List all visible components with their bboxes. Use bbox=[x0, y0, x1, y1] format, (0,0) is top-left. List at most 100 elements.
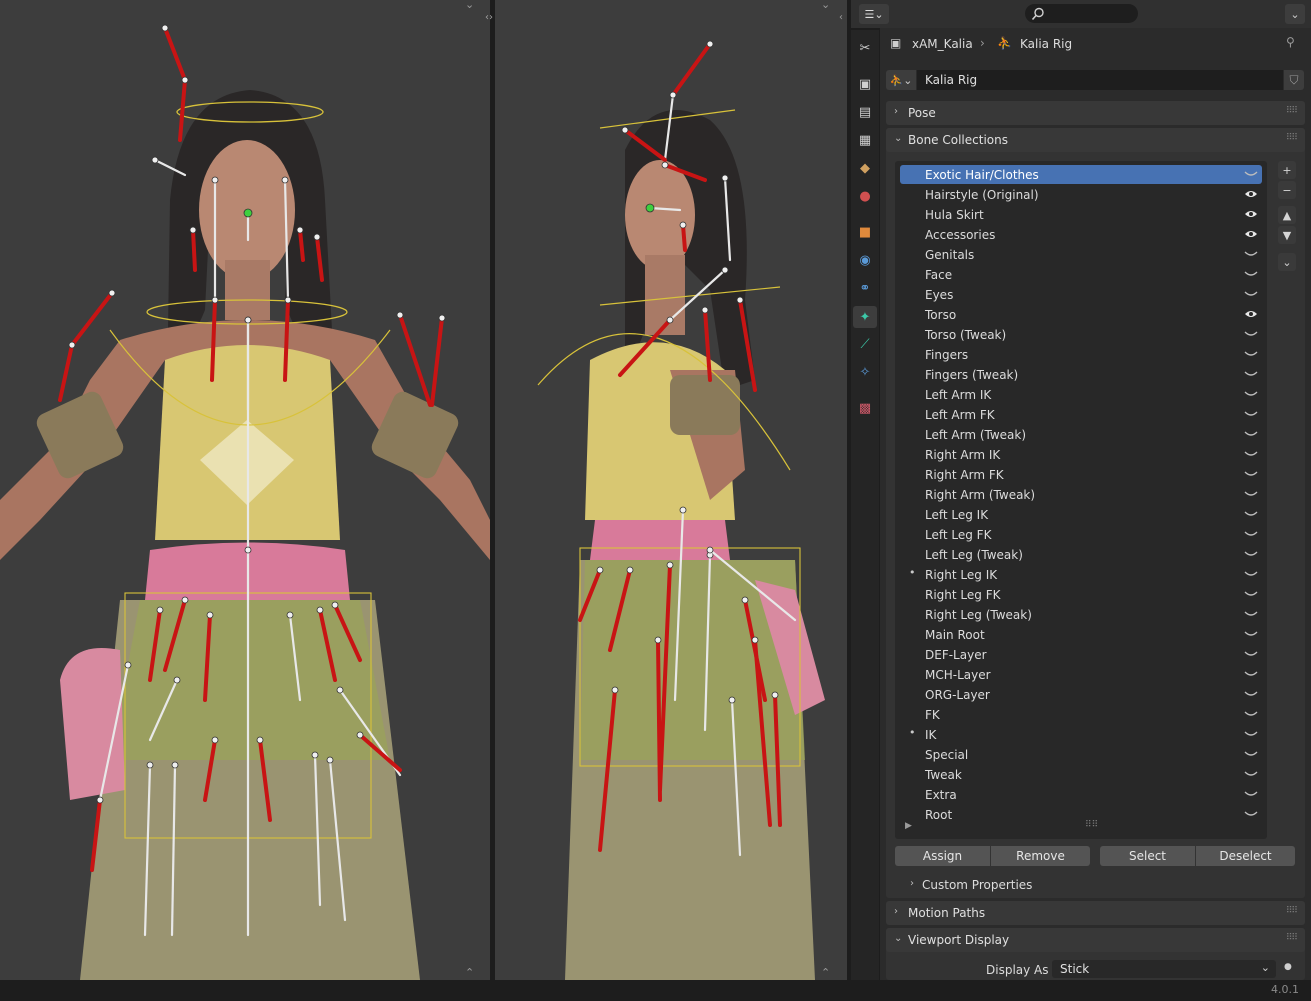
bone-joint[interactable] bbox=[666, 561, 674, 569]
bone-joint[interactable] bbox=[661, 161, 669, 169]
bone-joint[interactable] bbox=[669, 91, 677, 99]
bone-collection-row[interactable]: ORG-Layer bbox=[900, 685, 1262, 704]
bone-joint[interactable] bbox=[356, 731, 364, 739]
bone-red[interactable] bbox=[656, 638, 662, 802]
bone-red[interactable] bbox=[430, 316, 444, 407]
bone-joint[interactable] bbox=[211, 736, 219, 744]
breadcrumb-object[interactable]: xAM_Kalia bbox=[912, 37, 973, 51]
constraints-tab-icon[interactable]: ⚭ bbox=[856, 279, 874, 297]
texture-tab-icon[interactable]: ▩ bbox=[856, 399, 874, 417]
bone-joint[interactable] bbox=[151, 156, 159, 164]
bone-joint[interactable] bbox=[286, 611, 294, 619]
bone-red[interactable] bbox=[191, 228, 197, 272]
bone-red[interactable] bbox=[203, 613, 212, 702]
bone-collection-row[interactable]: Right Leg (Tweak) bbox=[900, 605, 1262, 624]
drag-grip-icon[interactable]: ⠿⠿ bbox=[1286, 933, 1298, 943]
bone-joint[interactable] bbox=[311, 751, 319, 759]
bone-red[interactable] bbox=[398, 313, 432, 407]
bone-tab-icon[interactable]: ⟋ bbox=[856, 335, 874, 353]
sidebar-toggle-icon[interactable]: ‹ bbox=[839, 12, 843, 23]
bone-red[interactable] bbox=[773, 693, 782, 827]
bone-joint[interactable] bbox=[96, 796, 104, 804]
armature-data-tab-icon[interactable]: ✦ bbox=[853, 306, 877, 328]
eye-closed-icon[interactable] bbox=[1243, 485, 1259, 503]
eye-closed-icon[interactable] bbox=[1243, 745, 1259, 763]
bone-collection-row[interactable]: Root bbox=[900, 805, 1262, 824]
bone-joint[interactable] bbox=[211, 176, 219, 184]
bone-red[interactable] bbox=[203, 738, 217, 802]
bone-joint[interactable] bbox=[243, 208, 253, 218]
select-button[interactable]: Select bbox=[1100, 846, 1195, 866]
bone-stick[interactable] bbox=[673, 508, 685, 702]
armature-name-field[interactable]: Kalia Rig bbox=[917, 70, 1283, 90]
bones-side[interactable] bbox=[495, 0, 847, 980]
bone-joint[interactable] bbox=[728, 696, 736, 704]
bone-stick[interactable] bbox=[288, 613, 302, 702]
bone-red[interactable] bbox=[358, 733, 402, 772]
eye-closed-icon[interactable] bbox=[1243, 525, 1259, 543]
eye-open-icon[interactable] bbox=[1243, 185, 1259, 203]
bone-joint[interactable] bbox=[706, 546, 714, 554]
bone-red[interactable] bbox=[178, 78, 187, 142]
bone-collection-row[interactable]: Accessories bbox=[900, 225, 1262, 244]
bone-joint[interactable] bbox=[336, 686, 344, 694]
bone-joint[interactable] bbox=[189, 226, 197, 234]
eye-closed-icon[interactable] bbox=[1243, 765, 1259, 783]
output-tab-icon[interactable]: ▤ bbox=[856, 103, 874, 121]
bone-joint[interactable] bbox=[706, 40, 714, 48]
bone-red[interactable] bbox=[671, 42, 712, 97]
eye-closed-icon[interactable] bbox=[1243, 365, 1259, 383]
bone-collection-row[interactable]: Right Arm IK bbox=[900, 445, 1262, 464]
bone-joint[interactable] bbox=[244, 546, 252, 554]
bone-red[interactable] bbox=[58, 343, 74, 402]
eye-closed-icon[interactable] bbox=[1243, 265, 1259, 283]
scene-tab-icon[interactable]: ◆ bbox=[856, 159, 874, 177]
bone-red[interactable] bbox=[578, 568, 602, 622]
bone-red[interactable] bbox=[663, 163, 707, 182]
eye-closed-icon[interactable] bbox=[1243, 425, 1259, 443]
bone-collection-row[interactable]: Left Arm (Tweak) bbox=[900, 425, 1262, 444]
eye-closed-icon[interactable] bbox=[1243, 605, 1259, 623]
eye-closed-icon[interactable] bbox=[1243, 505, 1259, 523]
drag-grip-icon[interactable]: ⠿⠿ bbox=[1286, 106, 1298, 116]
bone-stick[interactable] bbox=[148, 678, 179, 742]
bone-collection-row[interactable]: Exotic Hair/Clothes bbox=[900, 165, 1262, 184]
custom-properties-subpanel[interactable]: › Custom Properties bbox=[900, 875, 1300, 895]
bone-joint[interactable] bbox=[596, 566, 604, 574]
bone-collection-row[interactable]: • Right Leg IK bbox=[900, 565, 1262, 584]
bone-red[interactable] bbox=[618, 318, 672, 377]
bone-collection-row[interactable]: Face bbox=[900, 265, 1262, 284]
search-input[interactable] bbox=[1025, 4, 1138, 23]
eye-open-icon[interactable] bbox=[1243, 305, 1259, 323]
bone-joint[interactable] bbox=[296, 226, 304, 234]
bone-stick[interactable] bbox=[283, 178, 290, 302]
add-collection-button[interactable]: + bbox=[1278, 161, 1296, 179]
render-tab-icon[interactable]: ▣ bbox=[856, 75, 874, 93]
bone-collection-row[interactable]: Hairstyle (Original) bbox=[900, 185, 1262, 204]
bone-joint[interactable] bbox=[721, 174, 729, 182]
bone-joint[interactable] bbox=[171, 761, 179, 769]
bone-joint[interactable] bbox=[281, 176, 289, 184]
eye-open-icon[interactable] bbox=[1243, 225, 1259, 243]
bone-stick[interactable] bbox=[313, 753, 322, 907]
bone-collection-row[interactable]: Special bbox=[900, 745, 1262, 764]
eye-closed-icon[interactable] bbox=[1243, 285, 1259, 303]
bone-red[interactable] bbox=[738, 298, 757, 392]
bone-red[interactable] bbox=[658, 563, 672, 792]
eye-closed-icon[interactable] bbox=[1243, 725, 1259, 743]
bone-joint[interactable] bbox=[626, 566, 634, 574]
eye-closed-icon[interactable] bbox=[1243, 545, 1259, 563]
bone-constraint-tab-icon[interactable]: ✧ bbox=[856, 363, 874, 381]
bone-collection-row[interactable]: Genitals bbox=[900, 245, 1262, 264]
bone-collection-row[interactable]: MCH-Layer bbox=[900, 665, 1262, 684]
bone-red[interactable] bbox=[598, 688, 617, 852]
world-tab-icon[interactable]: ● bbox=[856, 187, 874, 205]
bone-collection-row[interactable]: Left Arm IK bbox=[900, 385, 1262, 404]
bone-joint[interactable] bbox=[654, 636, 662, 644]
bone-joint[interactable] bbox=[316, 606, 324, 614]
eye-closed-icon[interactable] bbox=[1243, 445, 1259, 463]
bone-joint[interactable] bbox=[156, 606, 164, 614]
bone-collection-row[interactable]: Right Leg FK bbox=[900, 585, 1262, 604]
bone-joint[interactable] bbox=[438, 314, 446, 322]
options-dropdown[interactable]: ⌄ bbox=[1285, 4, 1305, 24]
